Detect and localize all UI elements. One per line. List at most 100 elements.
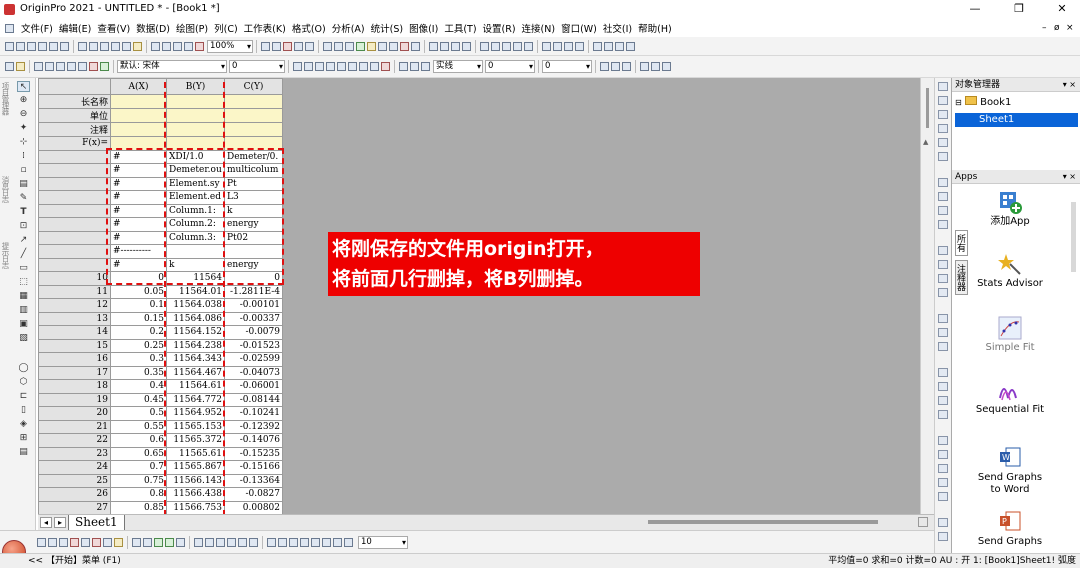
- line-style-combo[interactable]: 实线: [433, 60, 483, 73]
- draw-2-icon[interactable]: [278, 537, 287, 547]
- decrease-font-icon[interactable]: [370, 62, 379, 71]
- cell-a[interactable]: 0.3: [110, 352, 167, 367]
- scroll-thumb[interactable]: [926, 88, 929, 128]
- cell-c[interactable]: -1.2811E-4: [224, 284, 283, 299]
- insert-image-icon[interactable]: ▣: [17, 319, 30, 330]
- menu-column[interactable]: 列(C): [211, 21, 241, 35]
- extract-icon[interactable]: [67, 62, 76, 71]
- font-combo[interactable]: 默认: 宋体: [117, 60, 227, 73]
- new-function-icon[interactable]: [49, 41, 58, 51]
- cell-c[interactable]: -0.0827: [224, 487, 283, 502]
- peak-icon[interactable]: [938, 192, 948, 201]
- cell-c[interactable]: -0.14076: [224, 433, 283, 448]
- app-center-icon[interactable]: [411, 41, 420, 51]
- row-number[interactable]: 16: [38, 352, 111, 367]
- image-icon[interactable]: [378, 41, 387, 51]
- swap-icon[interactable]: [938, 152, 948, 161]
- bracket-tool-icon[interactable]: ⊏: [17, 391, 30, 402]
- set-as-y-icon[interactable]: [491, 41, 500, 51]
- cell-a[interactable]: 0.15: [110, 311, 167, 326]
- pattern-icon[interactable]: [410, 62, 419, 71]
- row-number[interactable]: [38, 203, 111, 218]
- menu-preferences[interactable]: 设置(R): [480, 21, 519, 35]
- align-icon[interactable]: [622, 62, 631, 71]
- sheet-tab-sheet1[interactable]: Sheet1: [68, 515, 125, 531]
- stats-on-rows-icon[interactable]: [462, 41, 471, 51]
- plot-details-icon[interactable]: [389, 41, 398, 51]
- plot-polar-icon[interactable]: [938, 478, 948, 487]
- set-as-error-icon[interactable]: [513, 41, 522, 51]
- apps-tab-annotator[interactable]: 注释器: [955, 260, 968, 295]
- column-tool-icon[interactable]: ▯: [17, 405, 30, 416]
- menu-window[interactable]: 窗口(W): [558, 21, 600, 35]
- cell-c[interactable]: -0.01523: [224, 338, 283, 353]
- symbol-size-combo[interactable]: 0: [542, 60, 592, 73]
- plot-error-btn-icon[interactable]: [92, 537, 101, 547]
- line-color-icon[interactable]: [421, 62, 430, 71]
- print-icon[interactable]: [261, 41, 270, 51]
- wizard-icon[interactable]: [5, 62, 14, 71]
- plot-heatmap-btn-icon[interactable]: [165, 537, 174, 547]
- plot-pie-icon[interactable]: [938, 410, 948, 419]
- menu-image[interactable]: 图像(I): [406, 21, 441, 35]
- meta-cell[interactable]: [224, 122, 283, 137]
- menu-statistics[interactable]: 统计(S): [368, 21, 406, 35]
- row-number[interactable]: 12: [38, 298, 111, 313]
- notes-icon[interactable]: ▧: [17, 333, 30, 344]
- plot-column-btn-icon[interactable]: [70, 537, 79, 547]
- superscript-icon[interactable]: [326, 62, 335, 71]
- row-number[interactable]: 27: [38, 500, 111, 514]
- layer-icon[interactable]: [45, 62, 54, 71]
- apps-pin-icon[interactable]: ▾ ×: [1063, 170, 1076, 184]
- cell-c[interactable]: -0.10241: [224, 406, 283, 421]
- horizontal-scroll-thumb[interactable]: [648, 520, 878, 524]
- app-send-graphs-to-word[interactable]: W Send Graphs to Word: [972, 446, 1048, 496]
- plot-scatter-btn-icon[interactable]: [48, 537, 57, 547]
- italic-icon[interactable]: [304, 62, 313, 71]
- greek-icon[interactable]: [348, 62, 357, 71]
- plot-contour-icon[interactable]: [938, 450, 948, 459]
- layout-6-icon[interactable]: [249, 537, 258, 547]
- cell-a[interactable]: 0.85: [110, 500, 167, 514]
- quick-fit-icon[interactable]: [938, 178, 948, 187]
- table-tool-icon[interactable]: ▤: [17, 447, 30, 458]
- scroll-up-icon[interactable]: ▲: [923, 138, 932, 147]
- mdi-minimize-icon[interactable]: –: [1042, 23, 1047, 33]
- resize-grip-icon[interactable]: [918, 517, 928, 527]
- layout-2-icon[interactable]: [205, 537, 214, 547]
- increase-font-icon[interactable]: [359, 62, 368, 71]
- object-manager-icon[interactable]: [356, 41, 365, 51]
- merge-icon[interactable]: [56, 62, 65, 71]
- project-explorer-tab[interactable]: 项目管理器: [1, 82, 11, 115]
- row-next-icon[interactable]: [564, 41, 573, 51]
- plot-ternary-icon[interactable]: [938, 492, 948, 501]
- messages-log-icon[interactable]: [345, 41, 354, 51]
- bottom-size-combo[interactable]: 10: [358, 535, 408, 549]
- line-width-combo[interactable]: 0: [485, 60, 535, 73]
- draw-1-icon[interactable]: [267, 537, 276, 547]
- plot-box-icon[interactable]: [938, 518, 948, 527]
- line-tool-icon[interactable]: ╱: [17, 249, 30, 260]
- row-number[interactable]: 11: [38, 284, 111, 299]
- minimize-button[interactable]: —: [968, 2, 982, 16]
- meta-cell[interactable]: [224, 94, 283, 109]
- apps-scrollbar[interactable]: [1071, 202, 1076, 272]
- cell-c[interactable]: 0.00802: [224, 500, 283, 514]
- insert-equation-icon[interactable]: ⊡: [17, 221, 30, 232]
- app-stats-advisor[interactable]: Stats Advisor: [972, 252, 1048, 290]
- row-number[interactable]: 22: [38, 433, 111, 448]
- zoom-out-tool-icon[interactable]: ⊖: [17, 109, 30, 120]
- cell-a[interactable]: 0.6: [110, 433, 167, 448]
- collapse-icon[interactable]: ⊟: [955, 98, 962, 107]
- draw-8-icon[interactable]: [344, 537, 353, 547]
- row-number[interactable]: 10: [38, 271, 111, 286]
- plot-line-btn-icon[interactable]: [37, 537, 46, 547]
- recalculate-icon[interactable]: [151, 41, 160, 51]
- border-icon[interactable]: [611, 62, 620, 71]
- plot-image-btn-icon[interactable]: [176, 537, 185, 547]
- subscript-icon[interactable]: [337, 62, 346, 71]
- draw-3-icon[interactable]: [289, 537, 298, 547]
- roi-icon[interactable]: [938, 328, 948, 337]
- plot-3d-icon[interactable]: [938, 436, 948, 445]
- move-last-icon[interactable]: [626, 41, 635, 51]
